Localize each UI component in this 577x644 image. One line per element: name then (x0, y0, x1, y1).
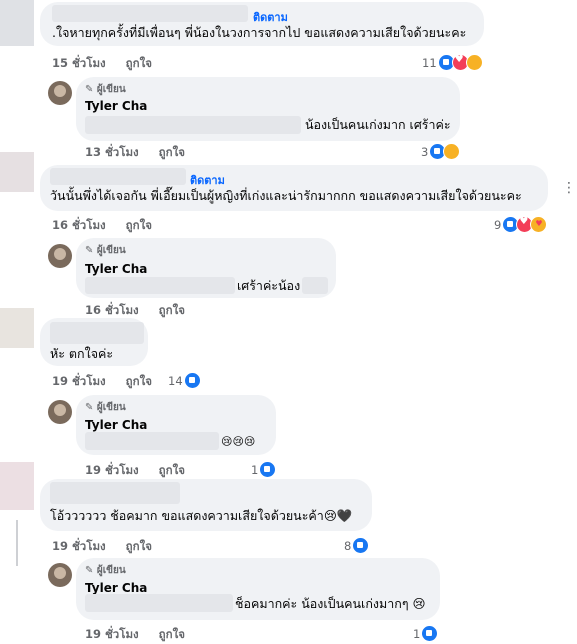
reaction-summary[interactable]: 14 (168, 372, 201, 389)
comment-time[interactable]: 19 ชั่วโมง (85, 463, 139, 477)
redacted-name (50, 482, 180, 504)
comment-time[interactable]: 13 ชั่วโมง (85, 145, 139, 159)
reaction-summary[interactable]: 3 (421, 143, 461, 160)
reaction-count: 1 (413, 626, 421, 641)
author-name[interactable]: Tyler Cha (85, 262, 147, 276)
redacted-text (85, 277, 235, 294)
author-name[interactable]: Tyler Cha (85, 418, 147, 432)
comment-time[interactable]: 19 ชั่วโมง (52, 539, 106, 553)
pencil-icon: ✎ (85, 84, 97, 95)
comment-time[interactable]: 19 ชั่วโมง (52, 374, 106, 388)
comment-text: .ใจหายทุกครั้งที่มีเพื่อนๆ พี่น้องในวงกา… (52, 25, 467, 40)
reaction-count: 14 (168, 373, 183, 388)
comment-text: ช็อคมากค่ะ น้องเป็นคนเก่งมากๆ 😢 (235, 596, 426, 611)
author-badge: ✎ ผู้เขียน (85, 565, 126, 576)
like-button[interactable]: ถูกใจ (159, 463, 185, 477)
cropped-avatar (0, 0, 34, 46)
comment-time[interactable]: 15 ชั่วโมง (52, 56, 106, 70)
comment-text: 😢😢😢 (221, 435, 256, 448)
comment-meta: 16 ชั่วโมง ถูกใจ (52, 217, 168, 235)
follow-link[interactable]: ติดตาม (186, 171, 225, 189)
author-name[interactable]: Tyler Cha (85, 99, 147, 113)
comment-time[interactable]: 19 ชั่วโมง (85, 627, 139, 641)
redacted-text (85, 116, 301, 134)
comment-text: หัะ ตกใจค่ะ (50, 346, 114, 361)
care-reaction-icon (530, 216, 548, 233)
like-button[interactable]: ถูกใจ (159, 627, 185, 641)
like-button[interactable]: ถูกใจ (126, 56, 152, 70)
comment-meta: 15 ชั่วโมง ถูกใจ (52, 55, 168, 73)
redacted-name (50, 322, 144, 344)
author-badge: ✎ ผู้เขียน (85, 84, 126, 95)
redacted-name (52, 5, 248, 22)
cropped-avatar (0, 308, 34, 348)
like-reaction-icon (183, 372, 201, 389)
redacted-text (85, 432, 219, 450)
reaction-summary[interactable]: 1 (251, 461, 277, 478)
reaction-count: 11 (422, 55, 437, 70)
author-name[interactable]: Tyler Cha (85, 581, 147, 595)
pencil-icon: ✎ (85, 402, 97, 413)
cropped-avatar (0, 462, 34, 510)
like-reaction-icon (259, 461, 277, 478)
redacted-name (50, 168, 186, 185)
comment-text: วันนั้นพึ่งได้เจอกัน พี่เอี๊ยมเป็นผู้หญิ… (50, 188, 522, 203)
avatar[interactable] (48, 400, 72, 424)
avatar[interactable] (48, 81, 72, 105)
reaction-count: 1 (251, 462, 259, 477)
comment-time[interactable]: 16 ชั่วโมง (52, 218, 106, 232)
cropped-avatar (0, 152, 34, 192)
reaction-summary[interactable]: 8 (344, 537, 370, 554)
like-button[interactable]: ถูกใจ (126, 539, 152, 553)
like-button[interactable]: ถูกใจ (126, 374, 152, 388)
follow-link[interactable]: ติดตาม (253, 8, 288, 26)
redacted-text (302, 277, 328, 294)
comment-text: น้องเป็นคนเก่งมาก เศร้าค่ะ (305, 117, 451, 132)
redacted-text (85, 594, 233, 612)
comment-meta: 19 ชั่วโมง ถูกใจ (85, 462, 201, 480)
like-reaction-icon (421, 625, 439, 642)
like-button[interactable]: ถูกใจ (126, 218, 152, 232)
like-button[interactable]: ถูกใจ (159, 303, 185, 317)
pencil-icon: ✎ (85, 565, 97, 576)
comment-meta: 19 ชั่วโมง ถูกใจ (85, 626, 201, 644)
comment-meta: 13 ชั่วโมง ถูกใจ (85, 144, 201, 162)
sad-reaction-icon (465, 54, 483, 71)
more-options-icon[interactable]: ⋮ (562, 180, 576, 196)
comment-text: โอ้วววววว ช้อคมาก ขอแสดงความเสียใจด้วยนะ… (50, 508, 353, 523)
thread-line (16, 520, 18, 566)
reaction-count: 9 (494, 217, 502, 232)
reaction-summary[interactable]: 11 (422, 54, 483, 71)
like-button[interactable]: ถูกใจ (159, 145, 185, 159)
avatar[interactable] (48, 244, 72, 268)
reaction-count: 3 (421, 144, 429, 159)
avatar[interactable] (48, 563, 72, 587)
author-badge: ✎ ผู้เขียน (85, 245, 126, 256)
comment-time[interactable]: 16 ชั่วโมง (85, 303, 139, 317)
sad-reaction-icon (443, 143, 461, 160)
comment-meta: 19 ชั่วโมง ถูกใจ (52, 538, 168, 556)
pencil-icon: ✎ (85, 245, 97, 256)
like-reaction-icon (352, 537, 370, 554)
author-badge: ✎ ผู้เขียน (85, 402, 126, 413)
reaction-summary[interactable]: 9 (494, 216, 548, 233)
reaction-summary[interactable]: 1 (413, 625, 439, 642)
comment-text: เศร้าค่ะน้อง (237, 278, 301, 293)
comment-meta: 19 ชั่วโมง ถูกใจ (52, 373, 168, 391)
reaction-count: 8 (344, 538, 352, 553)
